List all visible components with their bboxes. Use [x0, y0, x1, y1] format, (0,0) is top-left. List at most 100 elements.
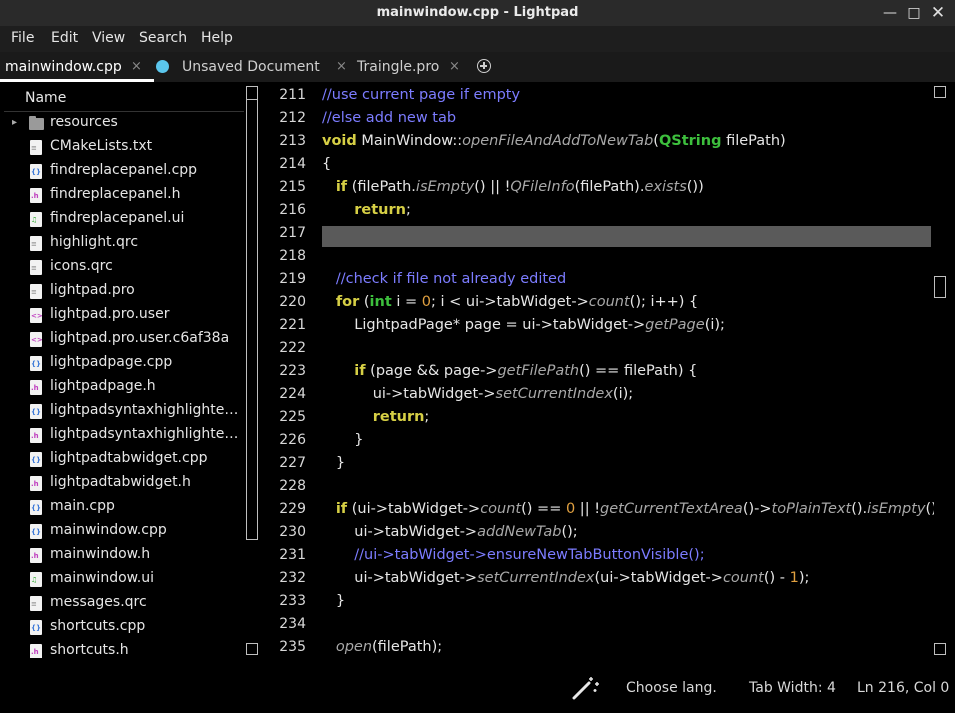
menu-view[interactable]: View: [92, 30, 125, 46]
minimize-icon[interactable]: —: [880, 3, 900, 23]
menu-help[interactable]: Help: [201, 30, 233, 46]
tree-item[interactable]: .h mainwindow.h: [4, 544, 244, 568]
code-line[interactable]: open(filePath);: [322, 639, 442, 655]
magic-wand-icon[interactable]: [572, 676, 600, 700]
code-token: 0: [565, 501, 576, 517]
code-line[interactable]: ui->tabWidget->setCurrentIndex(ui->tabWi…: [322, 570, 809, 586]
tree-item[interactable]: ≡ messages.qrc: [4, 592, 244, 616]
code-token: }: [322, 432, 364, 448]
code-line[interactable]: }: [322, 455, 345, 471]
code-token: ()) {: [925, 501, 934, 517]
code-line[interactable]: }: [322, 593, 345, 609]
file-type-glyph: .h: [31, 648, 39, 656]
tree-item-label: lightpad.pro.user.c6af38a: [50, 330, 230, 346]
tab-mainwindow-cpp[interactable]: mainwindow.cpp ×: [0, 52, 154, 82]
line-number: 215: [279, 179, 306, 195]
tree-scrollbar[interactable]: [246, 86, 258, 540]
tab-unsaved-document[interactable]: Unsaved Document ×: [154, 52, 354, 82]
menu-file[interactable]: File: [11, 30, 34, 46]
editor-scrollbar-thumb[interactable]: [934, 276, 946, 298]
code-line[interactable]: if (ui->tabWidget->count() == 0 || !getC…: [322, 501, 934, 517]
code-line[interactable]: LightpadPage* page = ui->tabWidget->getP…: [322, 317, 725, 333]
tree-scrollbar-end[interactable]: [246, 643, 258, 655]
code-line[interactable]: for (int i = 0; i < ui->tabWidget->count…: [322, 294, 698, 310]
tab-width-selector[interactable]: Tab Width: 4: [749, 680, 836, 696]
tree-item[interactable]: {} mainwindow.cpp: [4, 520, 244, 544]
code-line[interactable]: //ui->tabWidget->ensureNewTabButtonVisib…: [322, 547, 704, 563]
tree-item[interactable]: ≡ highlight.qrc: [4, 232, 244, 256]
code-token: () ==: [521, 501, 566, 517]
file-type-glyph: ≡: [31, 144, 37, 152]
code-token: getFilePath: [497, 363, 580, 379]
tree-item[interactable]: {} lightpadpage.cpp: [4, 352, 244, 376]
tree-item[interactable]: {} shortcuts.cpp: [4, 616, 244, 640]
file-h-icon: .h: [30, 476, 42, 491]
plus-circle-icon[interactable]: [477, 59, 491, 73]
line-number: 230: [279, 524, 306, 540]
tree-scrollbar-thumb[interactable]: [246, 86, 258, 100]
file-text-icon: ≡: [30, 596, 42, 611]
tab-close-icon[interactable]: ×: [449, 59, 460, 74]
tree-item[interactable]: ≡ lightpad.pro: [4, 280, 244, 304]
tab-close-icon[interactable]: ×: [336, 59, 347, 74]
code-line[interactable]: if (filePath.isEmpty() || !QFileInfo(fil…: [322, 179, 704, 195]
code-line[interactable]: //use current page if empty: [322, 87, 520, 103]
tree-item[interactable]: {} lightpadtabwidget.cpp: [4, 448, 244, 472]
editor-scrollbar-top[interactable]: [934, 86, 946, 98]
code-line[interactable]: {: [322, 156, 331, 172]
code-line[interactable]: return;: [322, 409, 430, 425]
editor-scrollbar-bottom[interactable]: [934, 643, 946, 655]
status-bar: Choose lang. Tab Width: 4 Ln 216, Col 0: [0, 662, 955, 713]
tab-traingle-pro[interactable]: Traingle.pro ×: [354, 52, 470, 82]
menu-search[interactable]: Search: [139, 30, 187, 46]
tree-item-label: mainwindow.h: [50, 546, 151, 562]
code-token: open: [335, 639, 373, 655]
tree-item[interactable]: {} lightpadsyntaxhighlighte…: [4, 400, 244, 424]
code-line[interactable]: void MainWindow::openFileAndAddToNewTab(…: [322, 133, 786, 149]
tree-item[interactable]: ≡ icons.qrc: [4, 256, 244, 280]
code-line[interactable]: //else add new tab: [322, 110, 456, 126]
code-token: ()): [686, 179, 704, 195]
tree-item-label: shortcuts.h: [50, 642, 129, 658]
code-line[interactable]: return;: [322, 202, 411, 218]
line-number: 234: [279, 616, 306, 632]
code-token: void: [322, 133, 357, 149]
code-editor[interactable]: 211 //use current page if empty 212 //else …: [262, 86, 934, 658]
code-line[interactable]: if (page && page->getFilePath() == fileP…: [322, 363, 697, 379]
tree-item[interactable]: ♫ mainwindow.ui: [4, 568, 244, 592]
tree-item-label: findreplacepanel.cpp: [50, 162, 198, 178]
file-type-glyph: {}: [31, 528, 41, 536]
tree-item[interactable]: ♫ findreplacepanel.ui: [4, 208, 244, 232]
chevron-right-icon[interactable]: ▸: [12, 117, 17, 128]
code-token: ;: [424, 409, 430, 425]
tree-item[interactable]: .h lightpadpage.h: [4, 376, 244, 400]
code-line[interactable]: //check if file not already edited: [322, 271, 566, 287]
tree-item[interactable]: .h shortcuts.h: [4, 640, 244, 658]
line-number: 220: [279, 294, 306, 310]
code-token: ();: [561, 524, 578, 540]
tree-item[interactable]: ≡ CMakeLists.txt: [4, 136, 244, 160]
tree-item[interactable]: .h lightpadsyntaxhighlighte…: [4, 424, 244, 448]
menu-edit[interactable]: Edit: [51, 30, 78, 46]
tab-close-icon[interactable]: ×: [131, 59, 142, 74]
tree-item[interactable]: <> lightpad.pro.user.c6af38a: [4, 328, 244, 352]
code-line[interactable]: ui->tabWidget->addNewTab();: [322, 524, 578, 540]
tree-item[interactable]: {} main.cpp: [4, 496, 244, 520]
tree-item[interactable]: .h lightpadtabwidget.h: [4, 472, 244, 496]
code-line[interactable]: }: [322, 432, 364, 448]
tree-item[interactable]: {} findreplacepanel.cpp: [4, 160, 244, 184]
file-text-icon: ≡: [30, 140, 42, 155]
tree-item[interactable]: .h findreplacepanel.h: [4, 184, 244, 208]
close-icon[interactable]: ✕: [928, 3, 948, 23]
file-type-glyph: {}: [31, 408, 41, 416]
code-line[interactable]: ui->tabWidget->setCurrentIndex(i);: [322, 386, 633, 402]
tree-header[interactable]: Name: [4, 86, 244, 112]
file-type-glyph: <>: [31, 312, 43, 320]
tree-item[interactable]: <> lightpad.pro.user: [4, 304, 244, 328]
language-selector[interactable]: Choose lang.: [626, 680, 717, 696]
file-h-icon: .h: [30, 380, 42, 395]
maximize-icon[interactable]: □: [904, 3, 924, 23]
tree-item[interactable]: ▸ resources: [4, 112, 244, 136]
